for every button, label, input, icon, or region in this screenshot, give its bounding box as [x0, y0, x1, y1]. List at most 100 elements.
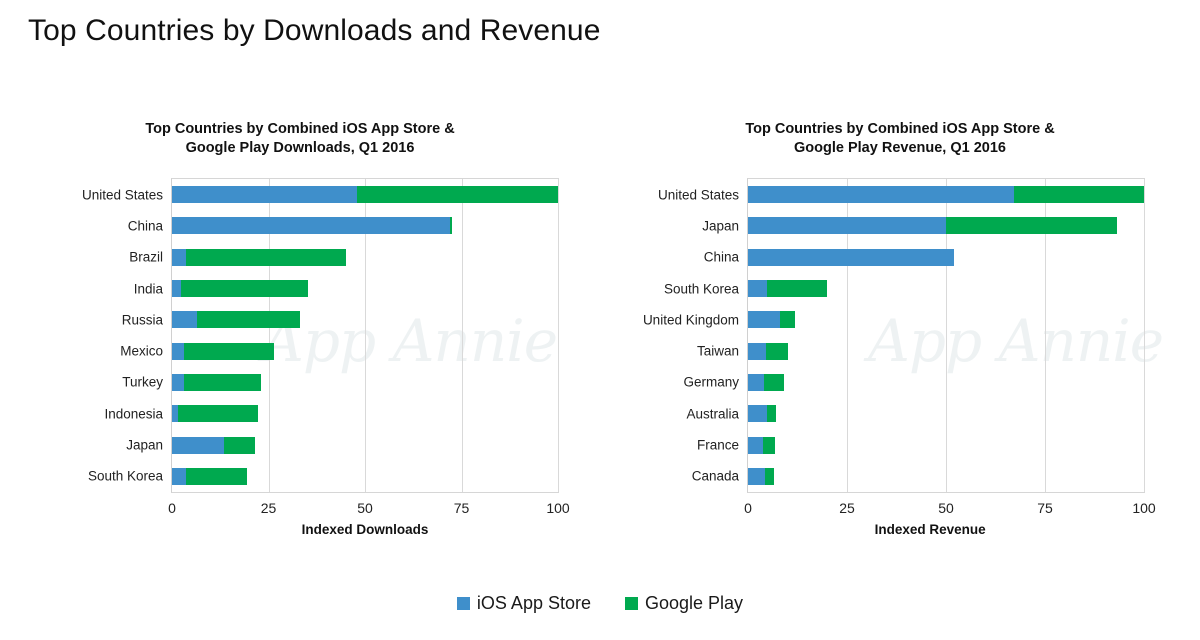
bar-segment-google-play[interactable]	[1014, 186, 1144, 204]
bar-segment-ios-app-store[interactable]	[748, 436, 764, 454]
page-title: Top Countries by Downloads and Revenue	[28, 14, 601, 47]
yaxis-category-label: Japan	[126, 437, 163, 453]
bar-row: Turkey	[122, 373, 558, 391]
yaxis-category-label: South Korea	[663, 280, 739, 296]
yaxis-category-label: Mexico	[120, 343, 163, 359]
bar-segment-ios-app-store[interactable]	[172, 436, 225, 454]
bar-row: South Korea	[88, 467, 558, 485]
chart-title-downloads: Top Countries by Combined iOS App Store …	[0, 120, 600, 158]
chart-title-downloads-line2: Google Play Downloads, Q1 2016	[185, 140, 415, 156]
bar-segment-ios-app-store[interactable]	[748, 280, 767, 298]
yaxis-category-label: Canada	[691, 468, 739, 484]
legend-item-google-play[interactable]: Google Play	[625, 594, 743, 612]
bar-segment-google-play[interactable]	[764, 467, 775, 485]
chart-panel-revenue: Top Countries by Combined iOS App Store …	[580, 110, 1180, 550]
bar-segment-google-play[interactable]	[185, 467, 248, 485]
yaxis-category-label: China	[703, 249, 739, 265]
plot-area-downloads: App Annie United States China Brazil India R…	[82, 178, 570, 537]
xaxis-tick-label: 100	[1132, 500, 1156, 516]
xaxis-tick-label: 75	[1037, 500, 1053, 516]
bar-row: United States	[658, 186, 1144, 204]
yaxis-category-label: United Kingdom	[642, 312, 739, 328]
bar-segment-google-play[interactable]	[766, 405, 776, 423]
bar-row: China	[704, 248, 1144, 266]
legend-swatch-icon	[456, 596, 470, 610]
bar-segment-ios-app-store[interactable]	[172, 311, 198, 329]
yaxis-category-label: China	[127, 218, 163, 234]
bar-row: China	[128, 217, 558, 235]
bar-segment-google-play[interactable]	[766, 280, 827, 298]
bar-segment-ios-app-store[interactable]	[172, 342, 184, 360]
legend-label: iOS App Store	[476, 593, 591, 613]
bar-segment-ios-app-store[interactable]	[748, 373, 764, 391]
bar-segment-google-play[interactable]	[183, 342, 275, 360]
xaxis-title-revenue: Indexed Revenue	[874, 522, 986, 537]
bar-row: Indonesia	[104, 405, 558, 423]
yaxis-category-label: Indonesia	[104, 406, 163, 421]
bar-row: India	[134, 280, 558, 298]
xaxis-tick-label: 100	[546, 500, 570, 516]
bar-segment-google-play[interactable]	[780, 311, 795, 329]
chart-title-revenue: Top Countries by Combined iOS App Store …	[580, 120, 1180, 158]
bar-segment-google-play[interactable]	[357, 186, 558, 204]
bar-segment-ios-app-store[interactable]	[748, 311, 781, 329]
yaxis-category-label: United States	[81, 186, 163, 202]
bar-segment-google-play[interactable]	[181, 280, 309, 298]
bar-segment-google-play[interactable]	[197, 311, 301, 329]
yaxis-category-label: Turkey	[122, 374, 163, 390]
xaxis-tick-label: 50	[938, 500, 954, 516]
legend-label: Google Play	[645, 593, 744, 613]
yaxis-category-label: Japan	[702, 218, 739, 234]
bar-segment-ios-app-store[interactable]	[748, 405, 767, 423]
yaxis-category-label: United States	[657, 186, 739, 202]
yaxis-category-label: India	[133, 280, 163, 296]
bar-row: France	[697, 436, 1144, 454]
bar-segment-google-play[interactable]	[763, 373, 785, 391]
gridline	[558, 179, 559, 492]
bar-segment-ios-app-store[interactable]	[172, 217, 450, 235]
bar-row: Brazil	[129, 248, 558, 266]
bar-segment-ios-app-store[interactable]	[748, 467, 765, 485]
xaxis-tick-label: 0	[744, 500, 752, 516]
bar-segment-google-play[interactable]	[766, 342, 788, 360]
bar-row: Mexico	[120, 342, 558, 360]
bar-segment-ios-app-store[interactable]	[172, 248, 186, 266]
bar-segment-ios-app-store[interactable]	[748, 217, 947, 235]
chart-panel-downloads: Top Countries by Combined iOS App Store …	[0, 110, 600, 550]
bar-segment-google-play[interactable]	[185, 248, 346, 266]
yaxis-category-label: France	[696, 437, 739, 453]
legend-item-ios-app-store[interactable]: iOS App Store	[456, 593, 591, 613]
bar-segment-google-play[interactable]	[184, 373, 262, 391]
bar-segment-ios-app-store[interactable]	[172, 280, 182, 298]
bar-segment-ios-app-store[interactable]	[748, 248, 954, 266]
bar-row: Australia	[686, 405, 1144, 423]
bar-row: Germany	[683, 373, 1144, 391]
xaxis-tick-label: 75	[453, 500, 470, 516]
bar-segment-google-play[interactable]	[449, 217, 452, 235]
bar-segment-google-play[interactable]	[946, 217, 1118, 235]
bar-row: Japan	[702, 217, 1144, 235]
legend-swatch-icon	[625, 596, 638, 610]
xaxis-tick-label: 25	[839, 500, 855, 516]
gridline	[1144, 179, 1145, 492]
yaxis-category-label: Germany	[683, 374, 739, 390]
bar-row: United Kingdom	[643, 311, 1144, 329]
chart-title-revenue-line2: Google Play Revenue, Q1 2016	[794, 140, 1006, 156]
plot-area-revenue: App Annie United States Japan China South K…	[643, 178, 1164, 537]
bar-row: United States	[82, 186, 558, 204]
bar-segment-google-play[interactable]	[763, 436, 775, 454]
bar-row: South Korea	[664, 280, 1144, 298]
bar-segment-ios-app-store[interactable]	[172, 186, 358, 204]
bar-segment-google-play[interactable]	[224, 436, 256, 454]
bar-segment-ios-app-store[interactable]	[172, 467, 186, 485]
xaxis-title-downloads: Indexed Downloads	[301, 522, 429, 537]
bar-segment-google-play[interactable]	[177, 405, 259, 423]
xaxis-tick-label: 50	[357, 500, 373, 516]
bar-segment-ios-app-store[interactable]	[748, 342, 767, 360]
bar-segment-ios-app-store[interactable]	[172, 373, 185, 391]
bar-segment-ios-app-store[interactable]	[748, 186, 1015, 204]
yaxis-category-label: Russia	[121, 312, 163, 328]
bar-group-downloads: United States China Brazil India Russia Mexic…	[82, 179, 558, 492]
chart-title-downloads-line1: Top Countries by Combined iOS App Store …	[145, 121, 455, 137]
xaxis-tick-label: 25	[260, 500, 277, 516]
